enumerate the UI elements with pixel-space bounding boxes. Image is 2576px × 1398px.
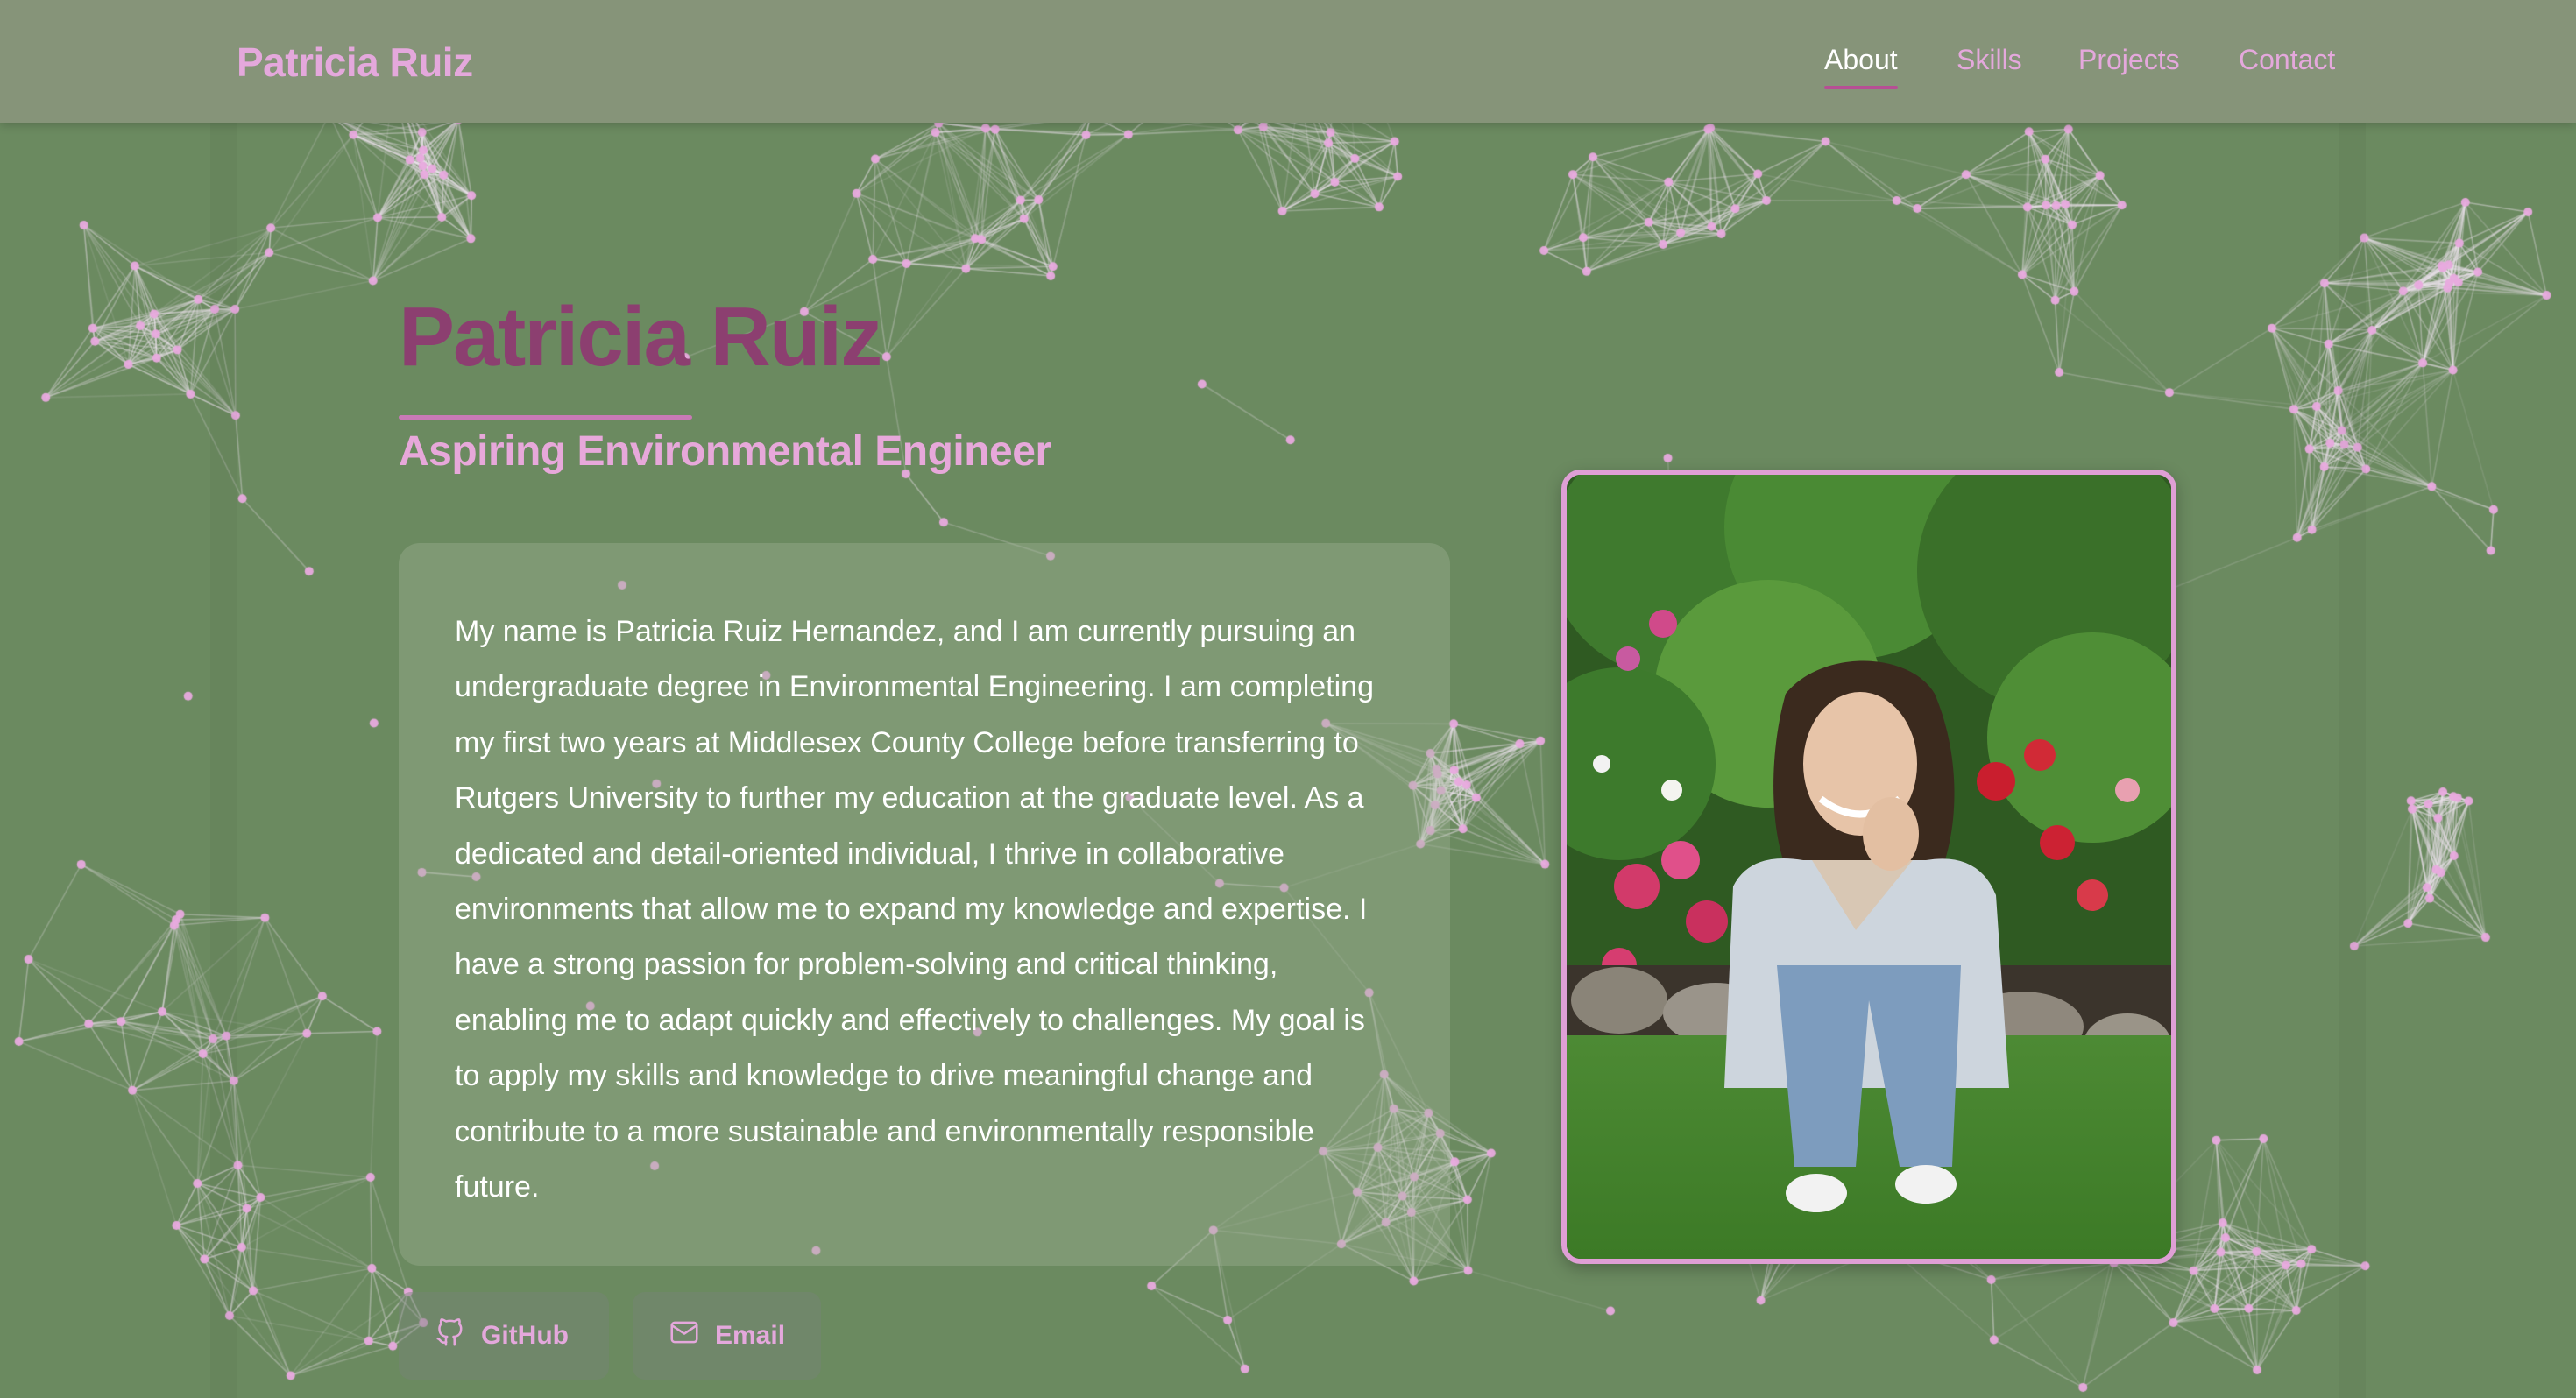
email-button[interactable]: Email: [633, 1292, 821, 1380]
github-button-label: GitHub: [481, 1321, 569, 1350]
github-icon: [434, 1316, 467, 1356]
email-button-label: Email: [715, 1321, 786, 1350]
hero-subtitle: Aspiring Environmental Engineer: [399, 428, 1051, 475]
top-navbar: Patricia Ruiz About Skills Projects Cont…: [0, 0, 2576, 123]
background-column-shade: [2339, 123, 2366, 1398]
hero-name-heading: Patricia Ruiz: [399, 290, 882, 384]
profile-photo-illustration: [1567, 475, 2171, 1259]
github-button[interactable]: GitHub: [399, 1292, 609, 1380]
brand-logo-text[interactable]: Patricia Ruiz: [237, 39, 473, 86]
bio-card: My name is Patricia Ruiz Hernandez, and …: [399, 543, 1450, 1266]
mail-icon: [668, 1316, 701, 1356]
nav-link-skills[interactable]: Skills: [1957, 44, 2022, 76]
nav-link-about[interactable]: About: [1824, 44, 1898, 89]
title-underline: [399, 415, 692, 420]
nav-link-about-label: About: [1824, 44, 1898, 75]
background-column-shade: [210, 123, 237, 1398]
bio-paragraph: My name is Patricia Ruiz Hernandez, and …: [455, 615, 1374, 1204]
nav-link-contact[interactable]: Contact: [2239, 44, 2335, 76]
active-nav-underline: [1824, 86, 1898, 89]
profile-photo: [1561, 470, 2176, 1264]
nav-link-projects[interactable]: Projects: [2078, 44, 2180, 76]
